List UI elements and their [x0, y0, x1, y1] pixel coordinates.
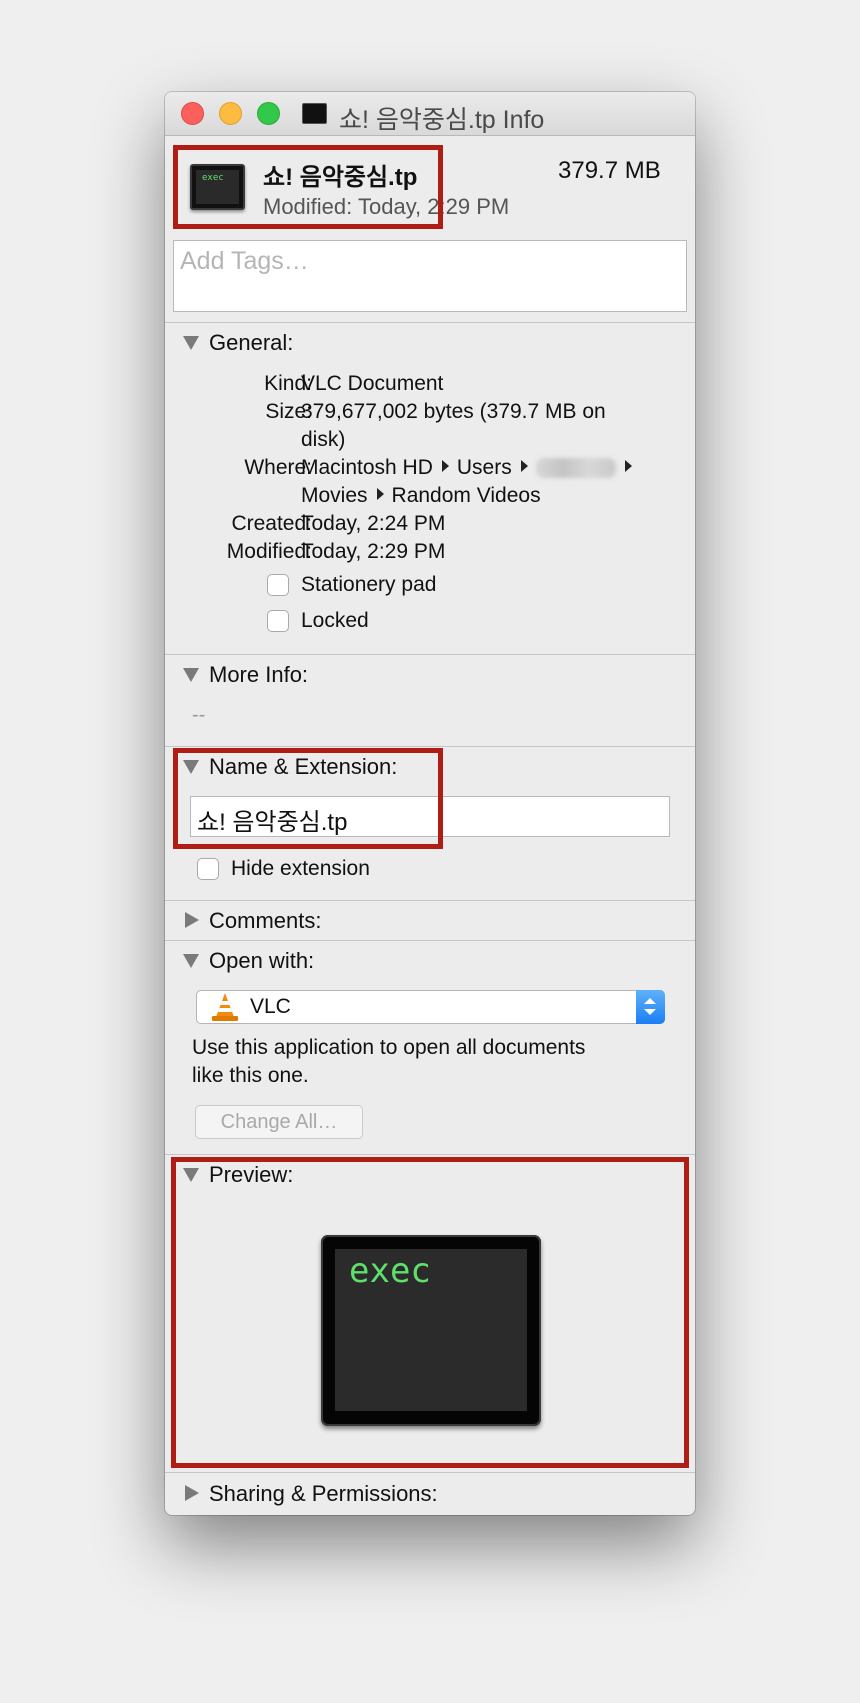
- preview-section-title[interactable]: Preview:: [209, 1162, 293, 1188]
- open-with-app-name: VLC: [250, 995, 291, 1018]
- hide-extension-label[interactable]: Hide extension: [231, 857, 370, 881]
- path-macintosh-hd: Macintosh HD: [301, 456, 433, 479]
- where-path-line2: Movies Random Videos: [301, 484, 541, 508]
- disclosure-triangle-collapsed-icon[interactable]: [185, 912, 199, 928]
- info-window: 쇼! 음악중심.tp Info exec 쇼! 음악중심.tp Modified…: [165, 92, 695, 1515]
- divider: [165, 654, 695, 655]
- modified-value: Today, 2:29 PM: [301, 540, 446, 563]
- file-modified: Modified: Today, 2:29 PM: [263, 194, 510, 219]
- file-icon-label: exec: [202, 173, 224, 183]
- disclosure-triangle-expanded-icon[interactable]: [183, 760, 199, 774]
- window-title: 쇼! 음악중심.tp Info: [339, 106, 545, 134]
- name-field-value: 쇼! 음악중심.tp: [197, 809, 348, 836]
- disclosure-triangle-expanded-icon[interactable]: [183, 954, 199, 968]
- created-value: Today, 2:24 PM: [301, 512, 446, 535]
- comments-section-title[interactable]: Comments:: [209, 908, 321, 934]
- popup-stepper-icon: [636, 990, 665, 1024]
- path-separator-icon: [441, 460, 449, 472]
- created-label: Created:: [231, 512, 312, 535]
- zoom-button[interactable]: [257, 102, 280, 125]
- document-icon: [302, 103, 327, 124]
- size-value-continued: disk): [301, 428, 346, 451]
- vlc-cone-icon: [212, 993, 238, 1021]
- kind-label: Kind:: [264, 372, 312, 395]
- disclosure-triangle-expanded-icon[interactable]: [183, 668, 199, 682]
- name-field[interactable]: 쇼! 음악중심.tp: [190, 796, 670, 837]
- where-path-line1: Macintosh HD Users: [301, 456, 640, 480]
- disclosure-triangle-expanded-icon[interactable]: [183, 1168, 199, 1182]
- where-label: Where:: [244, 456, 312, 479]
- path-random-videos: Random Videos: [391, 484, 541, 507]
- modified-label: Modified:: [226, 540, 312, 563]
- divider: [165, 322, 695, 323]
- disclosure-triangle-collapsed-icon[interactable]: [185, 1485, 199, 1501]
- size-label: Size:: [265, 400, 312, 423]
- divider: [165, 1154, 695, 1155]
- divider: [165, 746, 695, 747]
- path-separator-icon: [376, 488, 384, 500]
- more-info-value: --: [192, 704, 206, 726]
- close-button[interactable]: [181, 102, 204, 125]
- minimize-button[interactable]: [219, 102, 242, 125]
- exec-file-icon[interactable]: exec: [190, 164, 245, 210]
- title-bar[interactable]: 쇼! 음악중심.tp Info: [165, 92, 695, 136]
- file-name: 쇼! 음악중심.tp: [263, 164, 418, 191]
- general-section-title[interactable]: General:: [209, 330, 293, 356]
- tags-field[interactable]: Add Tags…: [173, 240, 687, 312]
- stationery-pad-label[interactable]: Stationery pad: [301, 573, 436, 597]
- tags-placeholder: Add Tags…: [180, 247, 309, 275]
- locked-label[interactable]: Locked: [301, 609, 369, 633]
- more-info-section-title[interactable]: More Info:: [209, 662, 308, 688]
- divider: [165, 1472, 695, 1473]
- path-separator-icon: [520, 460, 528, 472]
- divider: [165, 900, 695, 901]
- open-with-app-popup[interactable]: VLC: [196, 990, 665, 1024]
- name-extension-section-title[interactable]: Name & Extension:: [209, 754, 397, 780]
- path-users: Users: [456, 456, 512, 479]
- path-separator-icon: [624, 460, 632, 472]
- open-with-description-line2: like this one.: [192, 1064, 309, 1087]
- locked-checkbox[interactable]: [267, 610, 289, 632]
- file-size: 379.7 MB: [558, 157, 661, 184]
- preview-icon-label: exec: [349, 1251, 431, 1291]
- change-all-button[interactable]: Change All…: [195, 1105, 363, 1139]
- hide-extension-checkbox[interactable]: [197, 858, 219, 880]
- path-movies: Movies: [301, 484, 368, 507]
- sharing-permissions-section-title[interactable]: Sharing & Permissions:: [209, 1481, 438, 1507]
- open-with-section-title[interactable]: Open with:: [209, 948, 314, 974]
- open-with-description-line1: Use this application to open all documen…: [192, 1036, 586, 1059]
- divider: [165, 940, 695, 941]
- kind-value: VLC Document: [301, 372, 444, 395]
- stationery-pad-checkbox[interactable]: [267, 574, 289, 596]
- size-value: 379,677,002 bytes (379.7 MB on: [301, 400, 606, 423]
- disclosure-triangle-expanded-icon[interactable]: [183, 336, 199, 350]
- redacted-username: [535, 458, 616, 479]
- exec-preview-icon: exec: [321, 1235, 541, 1426]
